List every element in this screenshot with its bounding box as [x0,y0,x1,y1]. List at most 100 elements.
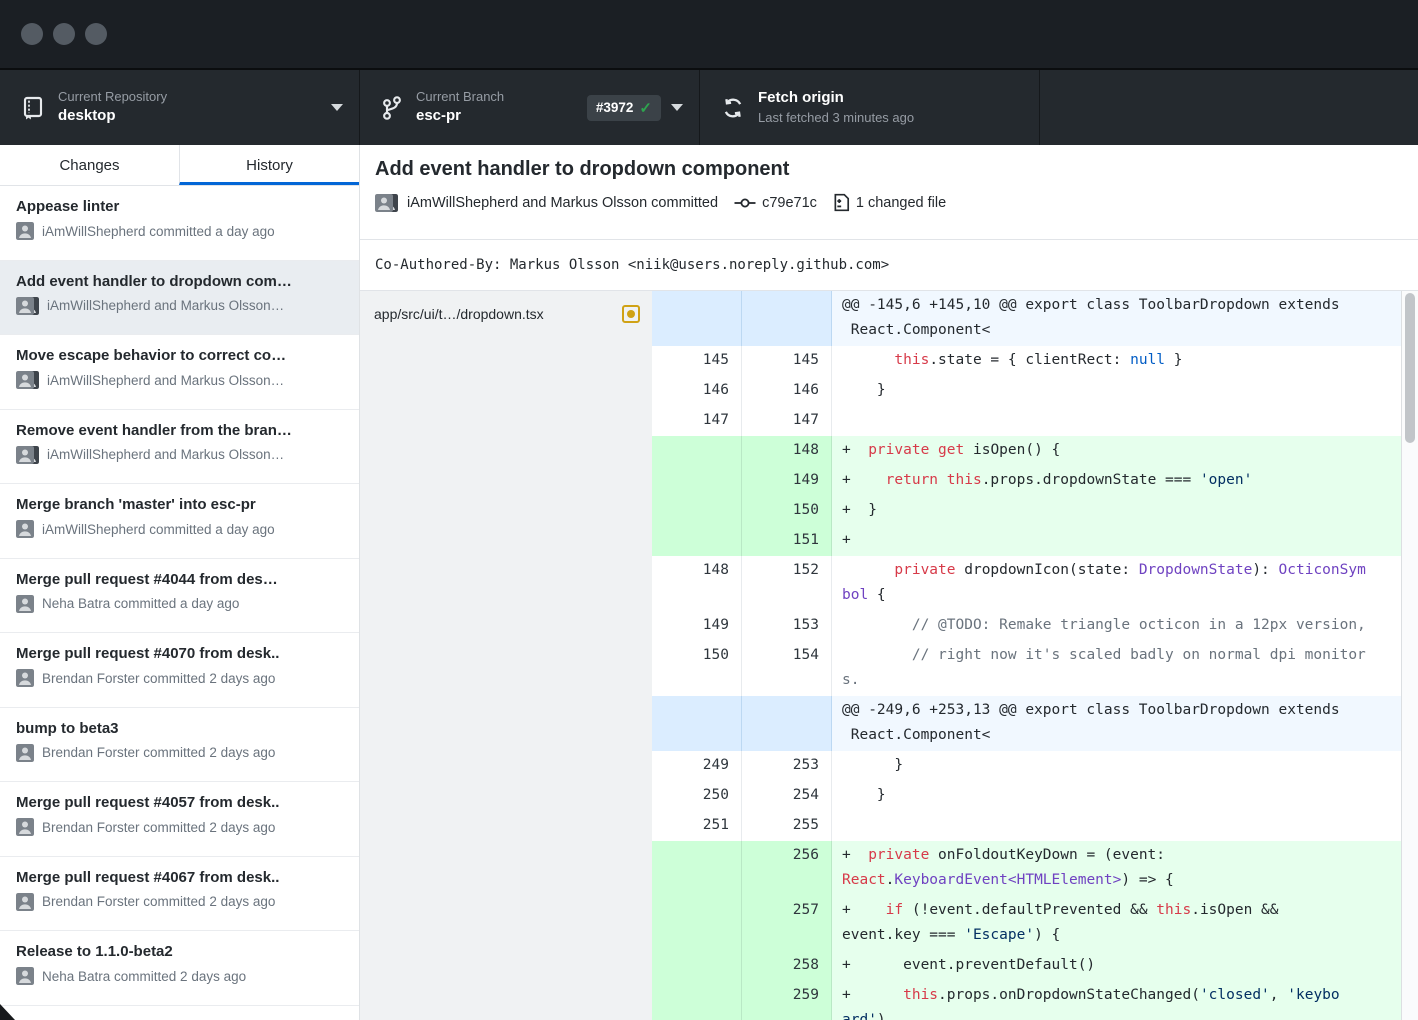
diff-new-line-number: 256 [742,841,832,896]
commit-row[interactable]: bump to beta3Brendan Forster committed 2… [0,708,359,783]
diff-new-line-number: 259 [742,981,832,1020]
commit-row[interactable]: Merge pull request #4054 from desk.. [0,1006,359,1020]
avatar-image [16,744,34,762]
diff-code-line: + [832,526,1418,556]
tab-changes[interactable]: Changes [0,145,179,185]
current-branch-value: esc-pr [416,107,504,126]
avatar-image [16,818,34,836]
toolbar: Current Repository desktop Current Branc… [0,68,1418,145]
diff-new-line-number: 257 [742,896,832,951]
commit-list: Appease linter iAmWillShepherd committed … [0,186,359,1020]
commit-row-meta: Brendan Forster committed 2 days ago [16,818,345,836]
commit-row-title: Appease linter [16,198,345,215]
diff-scrollbar[interactable] [1401,291,1418,1020]
main-panel: Add event handler to dropdown component … [360,145,1418,1020]
diff-new-line-number: 145 [742,346,832,376]
commit-row[interactable]: Add event handler to dropdown com…iAmWil… [0,261,359,336]
avatar-image [16,446,34,464]
diff-old-line-number [652,526,742,556]
diff-new-line-number: 152 [742,556,832,611]
fetch-origin-button[interactable]: Fetch origin Last fetched 3 minutes ago [700,70,1040,145]
commit-row-meta-text: iAmWillShepherd committed a day ago [42,224,275,239]
commit-row-meta-text: Neha Batra committed a day ago [42,596,239,611]
commit-row-title: Merge pull request #4070 from desk.. [16,645,345,662]
avatar-image [16,297,34,315]
sync-icon [722,97,744,119]
diff-row-context: 148152 private dropdownIcon(state: Dropd… [652,556,1418,611]
diff-old-line-number: 251 [652,811,742,841]
commit-row[interactable]: Release to 1.1.0-beta2Neha Batra committ… [0,931,359,1006]
current-repository-button[interactable]: Current Repository desktop [0,70,360,145]
commit-row-meta-text: Brendan Forster committed 2 days ago [42,820,275,835]
pull-request-badge[interactable]: #3972 ✓ [587,95,661,121]
diff-code-line: } [832,751,1418,781]
diff-code-line: + } [832,496,1418,526]
diff-scrollbar-thumb[interactable] [1405,293,1415,443]
commit-row-meta-text: iAmWillShepherd and Markus Olsson… [47,298,284,313]
repo-icon [22,96,44,120]
diff-old-line-number [652,291,742,346]
avatar [16,446,39,464]
diff-new-line-number: 258 [742,951,832,981]
commit-row[interactable]: Merge pull request #4067 from desk..Bren… [0,857,359,932]
avatar-image [16,520,34,538]
avatar-image [16,595,34,613]
modified-file-icon [622,305,640,323]
commit-row[interactable]: Move escape behavior to correct co…iAmWi… [0,335,359,410]
commit-row-meta: Neha Batra committed 2 days ago [16,967,345,985]
tab-history[interactable]: History [179,145,359,185]
zoom-window-button[interactable] [85,23,107,45]
diff-code-line [832,406,1418,436]
changed-file-row[interactable]: app/src/ui/t…/dropdown.tsx [360,291,652,336]
sidebar: Changes History Appease linter iAmWillShe… [0,145,360,1020]
diff-code-line: @@ -145,6 +145,10 @@ export class Toolba… [832,291,1418,346]
commit-row[interactable]: Merge pull request #4057 from desk..Bren… [0,782,359,857]
fetch-origin-sublabel: Last fetched 3 minutes ago [758,110,914,126]
diff-old-line-number [652,466,742,496]
diff-row-add: 259+ this.props.onDropdownStateChanged('… [652,981,1418,1020]
diff-code-line: this.state = { clientRect: null } [832,346,1418,376]
commit-row[interactable]: Merge pull request #4070 from desk..Bren… [0,633,359,708]
diff-row-context: 146146 } [652,376,1418,406]
diff-row-add: 257+ if (!event.defaultPrevented && this… [652,896,1418,951]
avatar-image [375,194,393,212]
commit-row-meta-text: Brendan Forster committed 2 days ago [42,745,275,760]
diff-row-add: 151+ [652,526,1418,556]
diff-code-line: } [832,376,1418,406]
diff-view: @@ -145,6 +145,10 @@ export class Toolba… [652,291,1418,1020]
file-diff-icon [833,193,850,212]
diff-old-line-number: 145 [652,346,742,376]
close-window-button[interactable] [21,23,43,45]
diff-new-line-number [742,291,832,346]
status-check-icon: ✓ [639,99,652,117]
diff-row-add: 258+ event.preventDefault() [652,951,1418,981]
commit-row[interactable]: Merge branch 'master' into esc-priAmWill… [0,484,359,559]
commit-row[interactable]: Appease linter iAmWillShepherd committed … [0,186,359,261]
diff-code-line: + private onFoldoutKeyDown = (event: Rea… [832,841,1418,896]
avatar [16,818,34,836]
commit-row[interactable]: Merge pull request #4044 from des…Neha B… [0,559,359,634]
avatar [16,744,34,762]
fetch-origin-label: Fetch origin [758,89,914,108]
app-window: Current Repository desktop Current Branc… [0,0,1418,1020]
diff-code-line: + this.props.onDropdownStateChanged('clo… [832,981,1418,1020]
diff-old-line-number: 147 [652,406,742,436]
commit-row-meta: Brendan Forster committed 2 days ago [16,744,345,762]
commit-header: Add event handler to dropdown component … [360,145,1418,240]
diff-old-line-number [652,841,742,896]
current-branch-button[interactable]: Current Branch esc-pr #3972 ✓ [360,70,700,145]
commit-description: Co-Authored-By: Markus Olsson <niik@user… [360,240,1418,291]
minimize-window-button[interactable] [53,23,75,45]
titlebar [0,0,1418,68]
diff-code-line: + event.preventDefault() [832,951,1418,981]
commit-row-meta-text: iAmWillShepherd and Markus Olsson… [47,447,284,462]
avatar [16,669,34,687]
commit-row-meta: iAmWillShepherd and Markus Olsson… [16,446,345,464]
commit-row[interactable]: Remove event handler from the bran… iAmWi… [0,410,359,485]
diff-old-line-number: 249 [652,751,742,781]
diff-old-line-number [652,896,742,951]
diff-code-line: // right now it's scaled badly on normal… [832,641,1418,696]
sidebar-tabs: Changes History [0,145,359,186]
commit-row-title: Remove event handler from the bran… [16,422,345,439]
commit-row-meta: iAmWillShepherd and Markus Olsson… [16,297,345,315]
